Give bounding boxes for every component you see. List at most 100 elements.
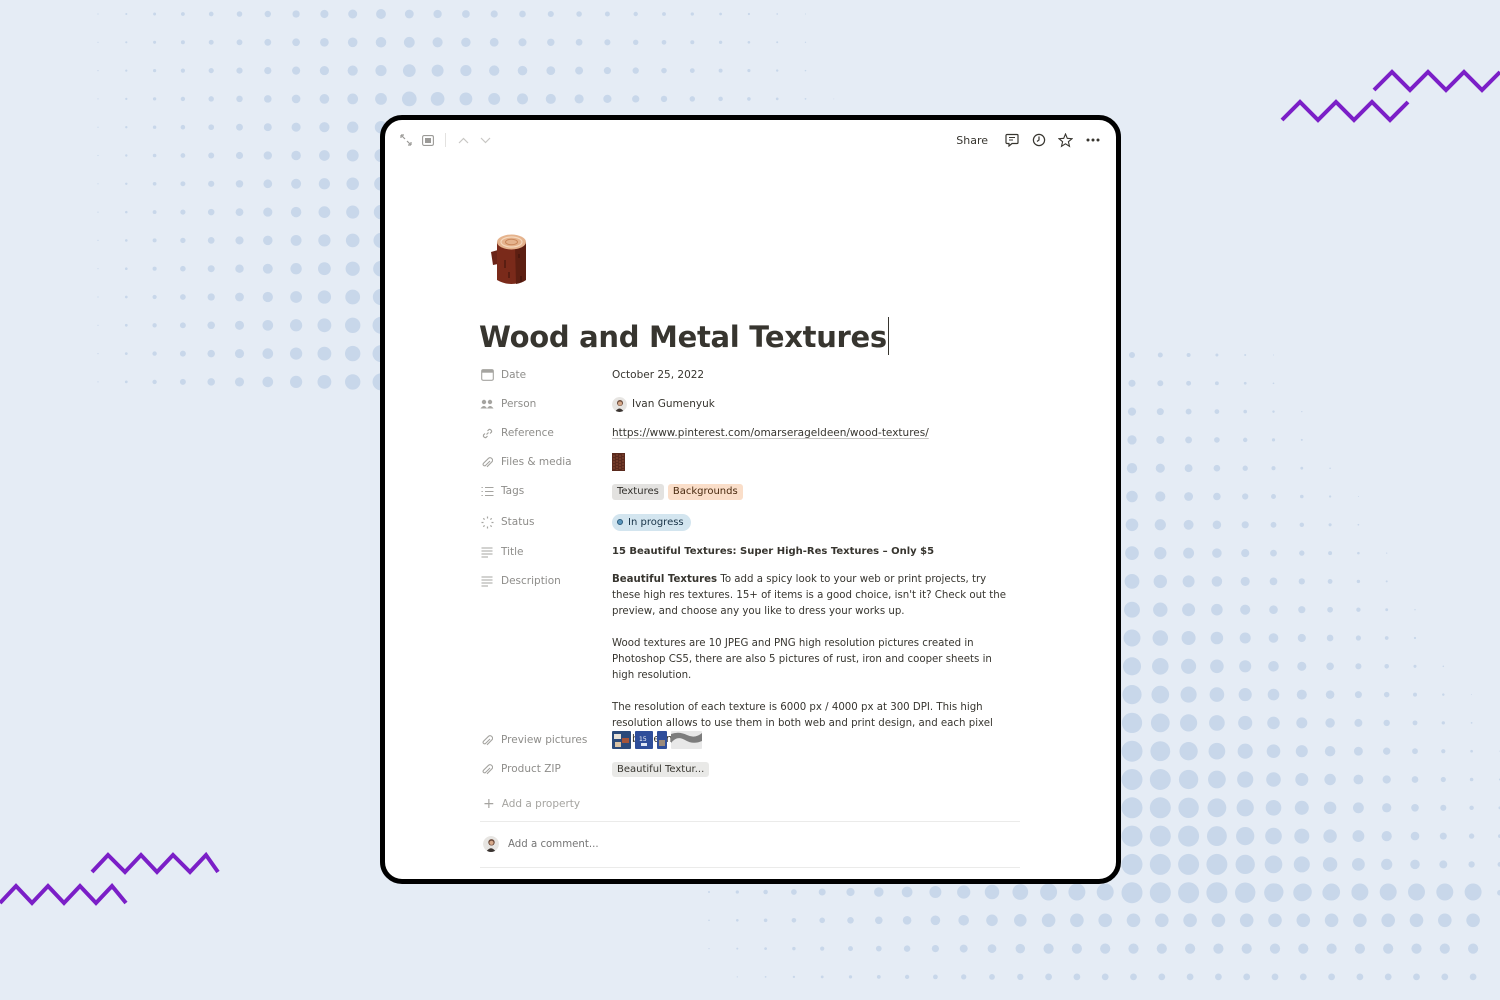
- label-text: Person: [501, 398, 537, 410]
- date-value[interactable]: October 25, 2022: [612, 366, 1020, 384]
- background-dot: [1299, 550, 1305, 556]
- property-label-reference[interactable]: Reference: [480, 424, 612, 442]
- preview-thumbnail-2[interactable]: 15: [635, 731, 653, 749]
- preview-pictures-value[interactable]: 15: [612, 731, 1020, 749]
- property-label-files-media[interactable]: Files & media: [480, 453, 612, 471]
- tag-backgrounds[interactable]: Backgrounds: [667, 484, 743, 500]
- status-badge[interactable]: In progress: [612, 513, 691, 531]
- background-dot: [1207, 798, 1227, 818]
- more-dots-icon[interactable]: [1079, 129, 1106, 151]
- background-dot: [125, 12, 128, 16]
- background-dot: [1354, 943, 1365, 954]
- background-dot: [97, 239, 99, 241]
- expand-icon[interactable]: [395, 129, 417, 151]
- background-dot: [234, 349, 245, 359]
- background-dot: [1382, 803, 1392, 813]
- reference-link[interactable]: https://www.pinterest.com/omarserageldee…: [612, 427, 929, 439]
- status-value[interactable]: In progress: [612, 513, 1020, 531]
- property-label-status[interactable]: Status: [480, 513, 612, 531]
- background-dot: [1272, 410, 1275, 413]
- label-text: Description: [501, 575, 561, 587]
- property-label-tags[interactable]: Tags: [480, 482, 612, 500]
- background-dot: [152, 97, 157, 101]
- background-dot: [401, 91, 417, 107]
- background-dot: [876, 975, 881, 979]
- background-dot: [124, 352, 128, 355]
- title-value[interactable]: 15 Beautiful Textures: Super High-Res Te…: [612, 543, 1020, 561]
- background-dot: [490, 10, 498, 18]
- background-dot: [1213, 943, 1224, 954]
- tag-textures[interactable]: Textures: [612, 484, 664, 500]
- background-dot: [318, 206, 331, 218]
- background-dot: [833, 98, 835, 100]
- add-property-button[interactable]: + Add a property: [483, 796, 580, 812]
- background-dot: [1325, 690, 1335, 699]
- background-dot: [1267, 716, 1280, 730]
- background-dot: [1269, 605, 1278, 615]
- property-label-preview-pictures[interactable]: Preview pictures: [480, 731, 612, 749]
- status-text: In progress: [628, 516, 684, 528]
- star-icon[interactable]: [1052, 129, 1079, 151]
- files-value[interactable]: [612, 453, 1020, 471]
- property-label-description[interactable]: Description: [480, 572, 612, 590]
- background-dot: [1129, 352, 1135, 358]
- background-dot: [1298, 578, 1305, 585]
- property-label-title[interactable]: Title: [480, 543, 612, 561]
- wood-texture-thumbnail[interactable]: [612, 453, 625, 471]
- background-dot: [763, 918, 768, 923]
- background-dot: [292, 10, 300, 18]
- background-dot: [1211, 576, 1223, 587]
- background-dot: [576, 11, 582, 17]
- product-zip-value[interactable]: Beautiful Textur...: [612, 760, 1020, 778]
- chevron-up-icon[interactable]: [452, 129, 474, 151]
- background-dot: [1468, 943, 1479, 954]
- comment-icon[interactable]: [998, 129, 1025, 151]
- background-dot: [208, 152, 215, 159]
- background-dot: [291, 122, 301, 132]
- background-dot: [1441, 973, 1449, 981]
- background-dot: [264, 67, 272, 75]
- background-dot: [345, 317, 361, 333]
- background-dot: [1269, 943, 1281, 954]
- page-title[interactable]: Wood and Metal Textures: [479, 317, 889, 355]
- property-label-person[interactable]: Person: [480, 395, 612, 413]
- preview-thumbnail-1[interactable]: [612, 731, 631, 749]
- background-dot: [775, 97, 779, 101]
- property-label-product-zip[interactable]: Product ZIP: [480, 760, 612, 778]
- background-dot: [1294, 828, 1310, 844]
- comment-input[interactable]: [508, 838, 908, 850]
- background-dot: [1238, 715, 1253, 730]
- background-dot: [1240, 576, 1250, 586]
- background-dot: [1243, 381, 1247, 385]
- property-label-date[interactable]: Date: [480, 366, 612, 384]
- background-dot: [747, 69, 751, 73]
- background-dot: [207, 208, 215, 216]
- plus-icon: +: [483, 796, 495, 812]
- share-button[interactable]: Share: [950, 131, 994, 150]
- background-dot: [346, 205, 360, 219]
- preview-thumbnail-4[interactable]: [671, 731, 702, 749]
- background-dot: [1211, 913, 1226, 928]
- chevron-down-icon[interactable]: [474, 129, 496, 151]
- background-dot: [264, 10, 272, 18]
- background-dot: [1299, 522, 1305, 528]
- person-value[interactable]: Ivan Gumenyuk: [612, 395, 1020, 413]
- background-dot: [1323, 883, 1341, 901]
- tags-value[interactable]: Textures Backgrounds: [612, 482, 1020, 500]
- reference-value[interactable]: https://www.pinterest.com/omarserageldee…: [612, 424, 1020, 442]
- history-clock-icon[interactable]: [1025, 129, 1052, 151]
- wood-log-icon[interactable]: [483, 232, 535, 292]
- person-name: Ivan Gumenyuk: [632, 398, 715, 410]
- background-dot: [1351, 857, 1365, 871]
- preview-thumbnail-3[interactable]: [657, 731, 667, 749]
- peek-mode-icon[interactable]: [417, 129, 439, 151]
- background-dot: [1214, 437, 1220, 443]
- background-dot: [124, 380, 128, 384]
- background-dot: [1179, 742, 1198, 761]
- background-dot: [347, 121, 359, 133]
- background-dot: [236, 67, 243, 74]
- background-dot: [124, 267, 128, 271]
- zip-file-chip[interactable]: Beautiful Textur...: [612, 762, 710, 777]
- background-dot: [804, 98, 807, 100]
- background-dot: [1236, 826, 1255, 846]
